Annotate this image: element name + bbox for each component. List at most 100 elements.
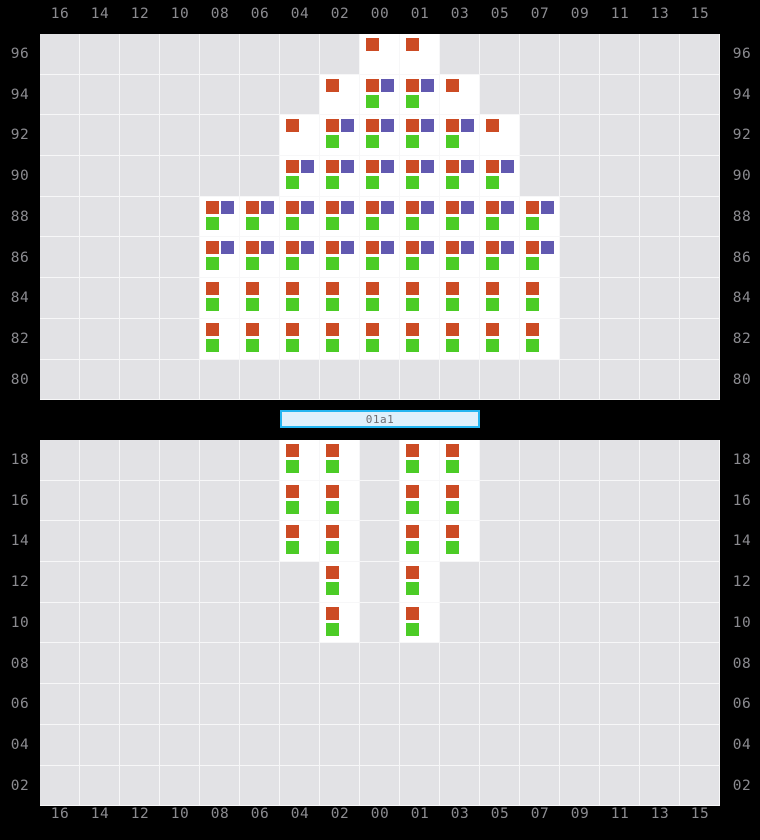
grid-cell[interactable] (480, 359, 520, 401)
grid-cell[interactable] (440, 724, 480, 766)
grid-cell[interactable] (80, 359, 120, 401)
grid-cell[interactable] (640, 359, 680, 401)
grid-cell[interactable] (400, 765, 440, 807)
section-divider-label[interactable]: 01a1 (280, 410, 480, 428)
grid-cell[interactable] (40, 602, 80, 644)
grid-cell[interactable] (640, 724, 680, 766)
grid-cell[interactable] (480, 196, 520, 238)
grid-cell[interactable] (480, 440, 520, 481)
grid-cell[interactable] (320, 359, 360, 401)
grid-cell[interactable] (160, 34, 200, 75)
grid-cell[interactable] (160, 765, 200, 807)
grid-cell[interactable] (520, 562, 560, 603)
grid-cell[interactable] (120, 440, 160, 481)
grid-cell[interactable] (560, 602, 600, 644)
grid-cell[interactable] (320, 278, 360, 319)
grid-cell[interactable] (320, 480, 360, 522)
grid-cell[interactable] (600, 196, 640, 238)
grid-cell[interactable] (120, 765, 160, 807)
grid-cell[interactable] (440, 359, 480, 401)
grid-cell[interactable] (640, 115, 680, 157)
grid-cell[interactable] (160, 724, 200, 766)
grid-cell[interactable] (240, 196, 280, 238)
grid-cell[interactable] (520, 237, 560, 279)
grid-cell[interactable] (280, 440, 320, 481)
grid-cell[interactable] (240, 643, 280, 685)
grid-cell[interactable] (80, 440, 120, 481)
grid-cell[interactable] (560, 765, 600, 807)
grid-cell[interactable] (440, 156, 480, 197)
grid-cell[interactable] (520, 74, 560, 116)
grid-cell[interactable] (600, 480, 640, 522)
grid-cell[interactable] (440, 521, 480, 563)
grid-cell[interactable] (40, 521, 80, 563)
grid-cell[interactable] (560, 359, 600, 401)
grid-cell[interactable] (240, 115, 280, 157)
grid-cell[interactable] (40, 318, 80, 360)
grid-cell[interactable] (520, 643, 560, 685)
grid-cell[interactable] (320, 521, 360, 563)
grid-cell[interactable] (600, 74, 640, 116)
grid-cell[interactable] (280, 521, 320, 563)
grid-cell[interactable] (160, 602, 200, 644)
grid-cell[interactable] (120, 724, 160, 766)
grid-cell[interactable] (400, 480, 440, 522)
grid-cell[interactable] (360, 521, 400, 563)
grid-cell[interactable] (200, 724, 240, 766)
grid-cell[interactable] (240, 765, 280, 807)
grid-cell[interactable] (240, 521, 280, 563)
grid-cell[interactable] (360, 440, 400, 481)
grid-cell[interactable] (320, 34, 360, 75)
grid-cell[interactable] (680, 34, 720, 75)
grid-cell[interactable] (240, 359, 280, 401)
grid-cell[interactable] (80, 278, 120, 319)
grid-cell[interactable] (480, 74, 520, 116)
grid-cell[interactable] (480, 643, 520, 685)
grid-cell[interactable] (680, 440, 720, 481)
grid-cell[interactable] (400, 602, 440, 644)
grid-cell[interactable] (400, 196, 440, 238)
grid-cell[interactable] (40, 237, 80, 279)
grid-cell[interactable] (600, 440, 640, 481)
grid-cell[interactable] (40, 440, 80, 481)
grid-cell[interactable] (200, 34, 240, 75)
grid-cell[interactable] (200, 602, 240, 644)
grid-cell[interactable] (640, 521, 680, 563)
grid-cell[interactable] (240, 602, 280, 644)
grid-cell[interactable] (240, 34, 280, 75)
grid-cell[interactable] (600, 602, 640, 644)
grid-cell[interactable] (520, 156, 560, 197)
grid-cell[interactable] (600, 359, 640, 401)
grid-cell[interactable] (600, 115, 640, 157)
grid-cell[interactable] (280, 724, 320, 766)
grid-cell[interactable] (440, 602, 480, 644)
grid-cell[interactable] (360, 237, 400, 279)
grid-cell[interactable] (120, 521, 160, 563)
grid-cell[interactable] (560, 480, 600, 522)
grid-cell[interactable] (440, 643, 480, 685)
grid-cell[interactable] (200, 562, 240, 603)
grid-cell[interactable] (200, 196, 240, 238)
grid-cell[interactable] (200, 765, 240, 807)
grid-cell[interactable] (520, 34, 560, 75)
grid-cell[interactable] (360, 115, 400, 157)
grid-cell[interactable] (200, 156, 240, 197)
grid-cell[interactable] (680, 684, 720, 725)
grid-cell[interactable] (40, 278, 80, 319)
grid-cell[interactable] (360, 359, 400, 401)
grid-cell[interactable] (600, 643, 640, 685)
grid-cell[interactable] (200, 237, 240, 279)
grid-cell[interactable] (240, 74, 280, 116)
grid-cell[interactable] (560, 724, 600, 766)
grid-cell[interactable] (600, 34, 640, 75)
grid-cell[interactable] (280, 74, 320, 116)
grid-cell[interactable] (680, 237, 720, 279)
grid-cell[interactable] (320, 684, 360, 725)
grid-cell[interactable] (120, 643, 160, 685)
grid-cell[interactable] (40, 480, 80, 522)
grid-cell[interactable] (440, 562, 480, 603)
grid-cell[interactable] (440, 318, 480, 360)
grid-cell[interactable] (400, 278, 440, 319)
grid-cell[interactable] (200, 278, 240, 319)
grid-cell[interactable] (320, 74, 360, 116)
